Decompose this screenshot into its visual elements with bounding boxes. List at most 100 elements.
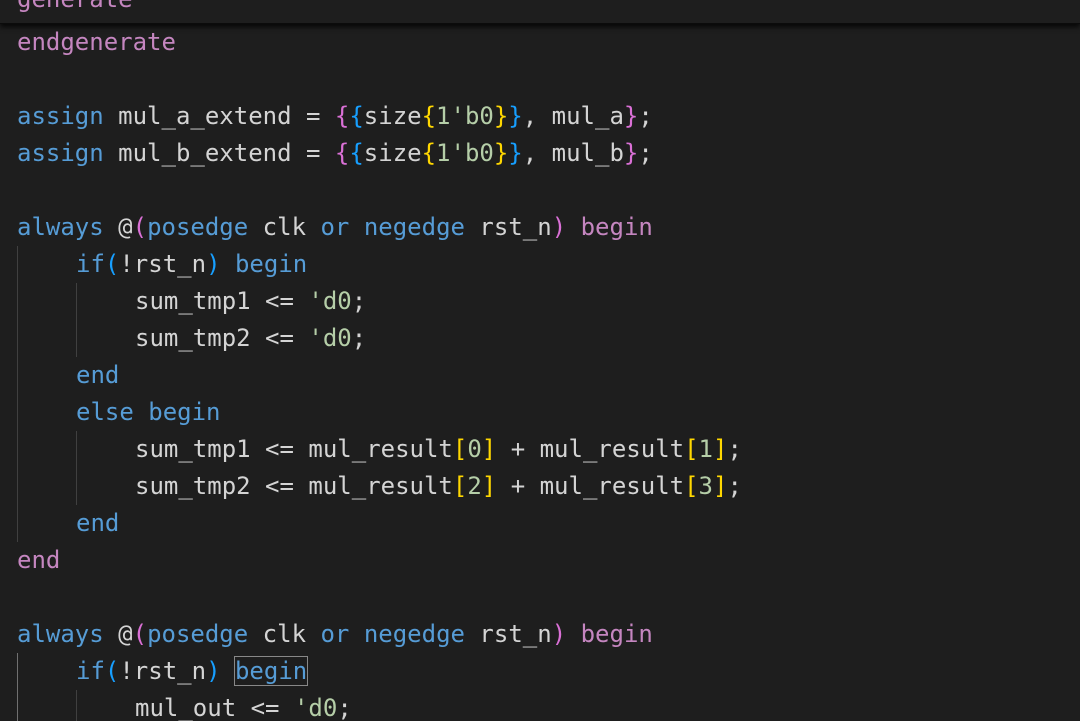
- code-line[interactable]: sum_tmp2 <= mul_result[2] + mul_result[3…: [0, 468, 1080, 505]
- code-token: }: [493, 139, 509, 167]
- code-line[interactable]: mul_out <= 'd0;: [0, 690, 1080, 721]
- code-token: ]: [713, 472, 728, 500]
- code-token: }: [508, 102, 523, 130]
- code-line[interactable]: else begin: [0, 394, 1080, 431]
- code-line[interactable]: sum_tmp2 <= 'd0;: [0, 320, 1080, 357]
- code-token: ]: [481, 435, 497, 463]
- code-token: {: [421, 102, 437, 130]
- code-token: end: [17, 546, 61, 574]
- code-token: ;: [337, 694, 352, 721]
- code-line[interactable]: if(!rst_n) begin: [0, 653, 1080, 690]
- code-token: 0: [467, 435, 482, 463]
- code-token: if: [76, 250, 105, 278]
- sticky-code-line[interactable]: generate: [0, 0, 1080, 23]
- code-token: posedge: [147, 213, 249, 241]
- code-token: [: [684, 472, 699, 500]
- code-token: ;: [351, 287, 367, 315]
- code-token: sum_tmp2 <=: [135, 324, 309, 352]
- code-token: clk: [248, 620, 321, 648]
- code-token: begin: [580, 213, 653, 241]
- code-token: else: [76, 398, 134, 426]
- code-token: rst_n: [464, 213, 552, 241]
- code-token: }: [508, 139, 523, 167]
- code-token: @: [103, 620, 133, 648]
- sticky-scroll-line[interactable]: generate: [0, 0, 1080, 24]
- code-token: [: [452, 435, 468, 463]
- code-editor[interactable]: endgenerate assign mul_a_extend = {{size{…: [0, 0, 1080, 721]
- code-token: , mul_b: [522, 139, 624, 167]
- code-line[interactable]: end: [0, 505, 1080, 542]
- code-line[interactable]: always @(posedge clk or negedge rst_n) b…: [0, 616, 1080, 653]
- code-line[interactable]: always @(posedge clk or negedge rst_n) b…: [0, 209, 1080, 246]
- code-line[interactable]: [0, 61, 1080, 98]
- code-line[interactable]: sum_tmp1 <= 'd0;: [0, 283, 1080, 320]
- code-token: begin: [233, 656, 309, 686]
- code-token: {: [349, 102, 364, 130]
- code-line[interactable]: endgenerate: [0, 24, 1080, 61]
- code-token: mul_b_extend =: [103, 139, 335, 167]
- code-line[interactable]: if(!rst_n) begin: [0, 246, 1080, 283]
- code-token: ]: [713, 435, 728, 463]
- code-token: negedge: [363, 620, 465, 648]
- code-token: ): [551, 620, 567, 648]
- code-token: {: [349, 139, 364, 167]
- code-token: assign: [17, 102, 104, 130]
- code-token: endgenerate: [17, 28, 176, 56]
- code-token: {: [334, 102, 350, 130]
- code-token: ]: [481, 472, 497, 500]
- code-token: 'd0: [308, 324, 352, 352]
- code-token: end: [76, 509, 120, 537]
- code-token: }: [493, 102, 509, 130]
- code-token: @: [103, 213, 133, 241]
- code-token: begin: [234, 250, 308, 278]
- code-token: {: [334, 139, 350, 167]
- code-line[interactable]: end: [0, 357, 1080, 394]
- code-token: ): [206, 657, 221, 685]
- code-token: always: [17, 213, 104, 241]
- code-token: [: [684, 435, 699, 463]
- code-token: negedge: [363, 213, 465, 241]
- code-token: !rst_n: [119, 657, 207, 685]
- code-line[interactable]: assign mul_b_extend = {{size{1'b0}}, mul…: [0, 135, 1080, 172]
- code-token: ;: [727, 472, 742, 500]
- code-token: clk: [248, 213, 321, 241]
- code-token: ): [551, 213, 567, 241]
- code-token: begin: [148, 398, 221, 426]
- code-token: or: [320, 620, 350, 648]
- code-token: sum_tmp1 <=: [135, 287, 309, 315]
- code-token: mul_a_extend =: [103, 102, 335, 130]
- code-token: begin: [580, 620, 653, 648]
- code-token: !rst_n: [119, 250, 207, 278]
- code-token: ;: [638, 139, 653, 167]
- code-token: ;: [727, 435, 742, 463]
- code-token: sum_tmp1 <= mul_result: [135, 435, 453, 463]
- code-token: (: [104, 250, 120, 278]
- code-token: rst_n: [464, 620, 552, 648]
- code-line[interactable]: [0, 579, 1080, 616]
- code-token: end: [76, 361, 120, 389]
- code-token: 1'b0: [436, 139, 494, 167]
- code-token: [: [452, 472, 468, 500]
- code-line[interactable]: [0, 172, 1080, 209]
- code-token: {: [421, 139, 437, 167]
- code-token: if: [76, 657, 105, 685]
- code-line[interactable]: assign mul_a_extend = {{size{1'b0}}, mul…: [0, 98, 1080, 135]
- code-line[interactable]: sum_tmp1 <= mul_result[0] + mul_result[1…: [0, 431, 1080, 468]
- code-token: generate: [17, 0, 133, 13]
- code-token: 1: [698, 435, 713, 463]
- code-token: + mul_result: [496, 435, 685, 463]
- code-token: }: [623, 139, 639, 167]
- code-token: (: [132, 213, 148, 241]
- code-token: }: [623, 102, 639, 130]
- code-token: 2: [467, 472, 482, 500]
- code-token: ): [206, 250, 221, 278]
- code-token: size: [363, 139, 422, 167]
- code-token: (: [104, 657, 120, 685]
- code-token: 3: [698, 472, 713, 500]
- code-line[interactable]: end: [0, 542, 1080, 579]
